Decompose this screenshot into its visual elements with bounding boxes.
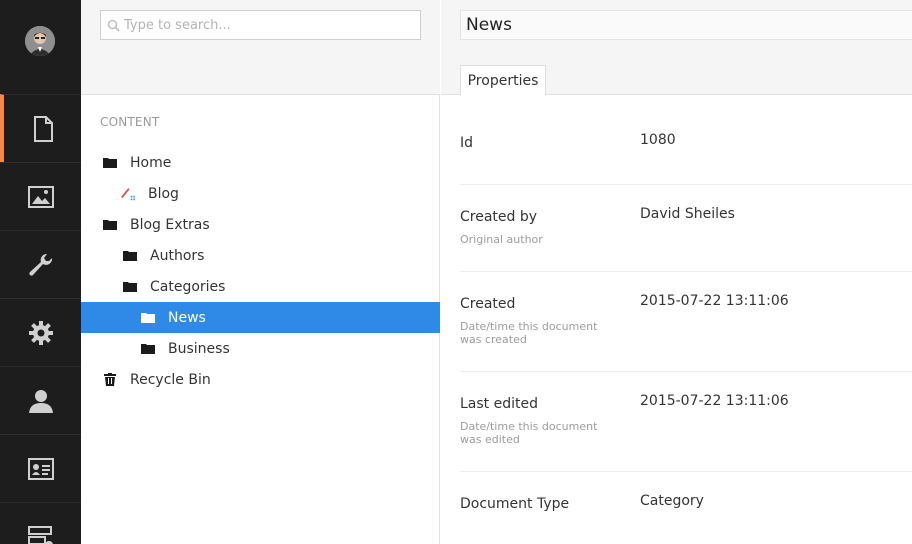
section-media[interactable] bbox=[0, 162, 81, 230]
tree-node-news[interactable]: News bbox=[81, 302, 440, 333]
document-icon bbox=[33, 115, 53, 142]
id-card-icon bbox=[27, 457, 54, 480]
tree-node-label: Business bbox=[168, 340, 230, 357]
tree-header bbox=[81, 0, 440, 95]
search-icon bbox=[107, 19, 120, 32]
folder-icon bbox=[102, 155, 118, 171]
section-sidebar bbox=[0, 0, 81, 544]
property-label: Created bbox=[460, 296, 516, 312]
property-label: Last edited bbox=[460, 396, 538, 412]
content-editor: Properties Id 1080 Created by Original a… bbox=[441, 0, 912, 544]
property-description: Date/time this document was edited bbox=[460, 420, 598, 446]
tree-node-home[interactable]: Home bbox=[81, 147, 440, 178]
property-label: Document Type bbox=[460, 496, 570, 512]
pencil-icon bbox=[120, 186, 136, 202]
tree-node-label: Blog bbox=[148, 185, 179, 202]
search-box[interactable] bbox=[100, 10, 421, 40]
tree-node-categories[interactable]: Categories bbox=[81, 271, 440, 302]
tree-node-label: Blog Extras bbox=[130, 216, 210, 233]
tree-section-label: CONTENT bbox=[100, 115, 160, 129]
folder-icon bbox=[102, 217, 118, 233]
folder-icon bbox=[140, 310, 156, 326]
property-last-edited: Last edited Date/time this document was … bbox=[460, 372, 912, 472]
tree-node-recycle-bin[interactable]: Recycle Bin bbox=[81, 364, 440, 395]
property-value: David Sheiles bbox=[640, 206, 735, 222]
tree-node-label: Home bbox=[130, 154, 172, 171]
property-id: Id 1080 bbox=[460, 110, 912, 185]
property-created-by: Created by Original author David Sheiles bbox=[460, 185, 912, 272]
property-description: Date/time this document was created bbox=[460, 320, 598, 346]
property-document-type: Document Type Category bbox=[460, 472, 912, 544]
tree-node-blog[interactable]: Blog bbox=[81, 178, 440, 209]
trash-icon bbox=[102, 372, 118, 388]
tree-node-label: Recycle Bin bbox=[130, 371, 211, 388]
property-label: Id bbox=[460, 135, 474, 151]
tree-node-label: Authors bbox=[150, 247, 205, 264]
section-forms[interactable] bbox=[0, 502, 81, 544]
wrench-icon bbox=[28, 252, 54, 278]
avatar[interactable] bbox=[25, 26, 55, 56]
editor-header: Properties bbox=[441, 0, 912, 96]
folder-icon bbox=[122, 279, 138, 295]
tree-node-authors[interactable]: Authors bbox=[81, 240, 440, 271]
property-value: 2015-07-22 13:11:06 bbox=[640, 293, 789, 309]
section-developer[interactable] bbox=[0, 298, 81, 366]
content-tree-panel: CONTENT Home Blog Blog Extras Authors Ca… bbox=[81, 0, 440, 544]
tree-node-label: Categories bbox=[150, 278, 226, 295]
image-icon bbox=[27, 185, 54, 208]
property-value: 2015-07-22 13:11:06 bbox=[640, 393, 789, 409]
name-field[interactable] bbox=[460, 10, 912, 40]
tree-node-business[interactable]: Business bbox=[81, 333, 440, 364]
user-icon bbox=[28, 388, 54, 414]
section-settings[interactable] bbox=[0, 230, 81, 298]
tab-properties[interactable]: Properties bbox=[460, 65, 546, 96]
search-input[interactable] bbox=[124, 17, 414, 33]
section-members[interactable] bbox=[0, 434, 81, 502]
folder-icon bbox=[122, 248, 138, 264]
gear-icon bbox=[28, 320, 54, 346]
tree-node-blog-extras[interactable]: Blog Extras bbox=[81, 209, 440, 240]
property-created: Created Date/time this document was crea… bbox=[460, 272, 912, 372]
folder-icon bbox=[140, 341, 156, 357]
form-icon bbox=[27, 524, 54, 544]
property-label: Created by bbox=[460, 209, 538, 225]
property-description: Original author bbox=[460, 233, 543, 246]
tree-node-label: News bbox=[168, 309, 206, 326]
property-value: Category bbox=[640, 493, 704, 509]
node-name-input[interactable] bbox=[461, 11, 901, 39]
property-value: 1080 bbox=[640, 132, 676, 148]
section-users[interactable] bbox=[0, 366, 81, 434]
section-content[interactable] bbox=[0, 94, 81, 162]
